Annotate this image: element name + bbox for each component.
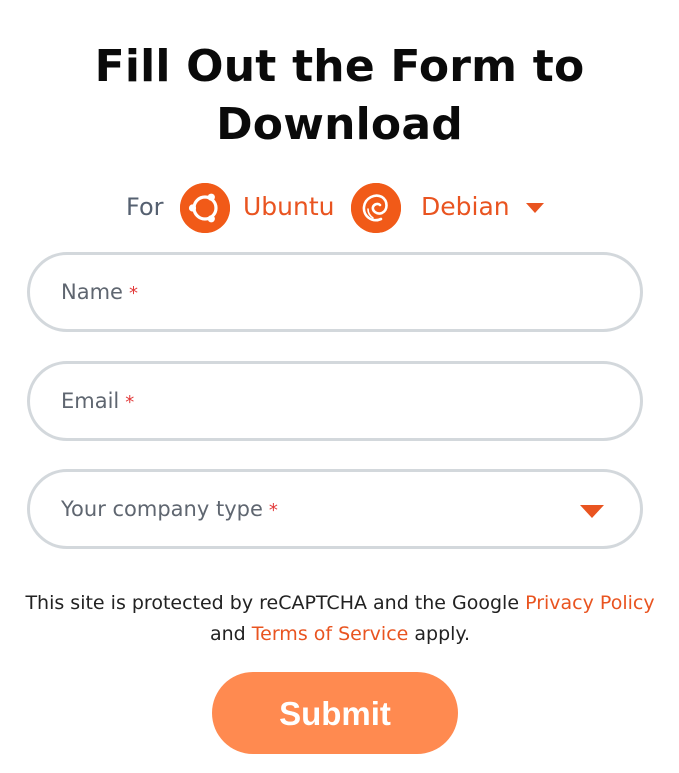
caret-down-icon (526, 203, 544, 213)
terms-of-service-link[interactable]: Terms of Service (252, 623, 409, 645)
company-type-label: Your company type * (61, 497, 278, 521)
ubuntu-logo-icon (180, 183, 230, 233)
email-field[interactable]: Email * (27, 361, 643, 441)
os-name-debian: Debian (421, 192, 510, 221)
name-field[interactable]: Name * (27, 252, 643, 332)
notice-text-after: apply. (414, 623, 471, 645)
os-name-ubuntu: Ubuntu (243, 192, 335, 221)
os-selector: For Ubuntu Debian (0, 182, 679, 234)
page-title: Fill Out the Form to Download (0, 38, 679, 154)
required-marker: * (268, 500, 278, 521)
privacy-policy-link[interactable]: Privacy Policy (525, 592, 654, 614)
email-field-label: Email * (61, 389, 135, 413)
submit-button[interactable]: Submit (212, 672, 458, 754)
chevron-down-icon (580, 505, 604, 518)
name-field-label: Name * (61, 280, 138, 304)
required-marker: * (125, 392, 135, 413)
title-line-2: Download (216, 99, 463, 150)
title-line-1: Fill Out the Form to (94, 41, 585, 92)
required-marker: * (128, 283, 138, 304)
notice-text-before: This site is protected by reCAPTCHA and … (25, 592, 520, 614)
os-option-debian[interactable]: Debian (351, 182, 551, 234)
company-type-select[interactable]: Your company type * (27, 469, 643, 549)
os-option-ubuntu[interactable]: Ubuntu (180, 182, 340, 234)
debian-logo-icon (351, 183, 401, 233)
for-label: For (126, 193, 164, 221)
notice-and: and (209, 623, 246, 645)
recaptcha-notice: This site is protected by reCAPTCHA and … (20, 588, 660, 650)
